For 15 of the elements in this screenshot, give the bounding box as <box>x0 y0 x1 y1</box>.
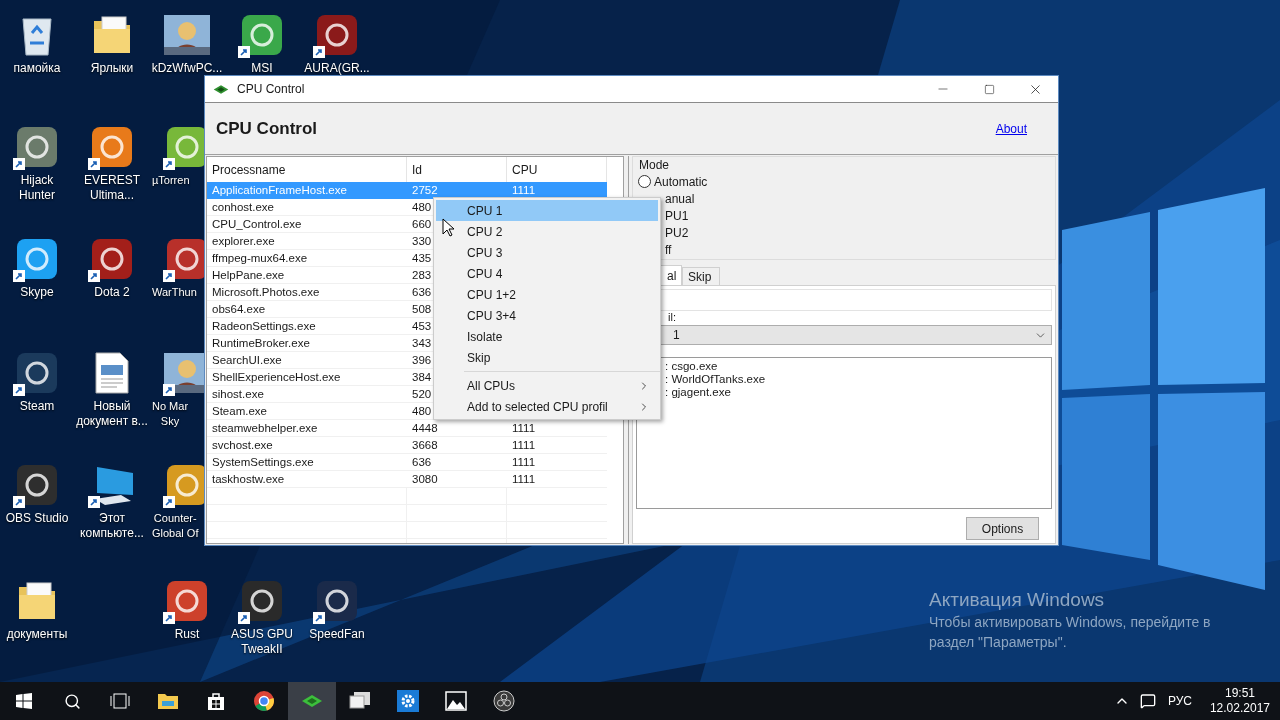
clock-time[interactable]: 19:51 <box>1224 686 1255 701</box>
chip-icon <box>301 694 323 708</box>
clock-date[interactable]: 12.02.2017 <box>1209 701 1270 716</box>
image-icon <box>445 691 467 711</box>
computer-icon <box>349 691 371 711</box>
gear-icon <box>397 690 419 712</box>
task-view-icon <box>110 693 130 709</box>
folder-icon <box>157 692 179 710</box>
disc-icon <box>493 690 515 712</box>
browser-icon <box>253 690 275 712</box>
shopping-bag-icon <box>206 691 226 711</box>
search-icon <box>63 692 81 710</box>
notification-icon[interactable] <box>1139 693 1156 709</box>
language-indicator[interactable]: РУС <box>1167 692 1192 710</box>
windows-logo-icon <box>16 693 32 709</box>
